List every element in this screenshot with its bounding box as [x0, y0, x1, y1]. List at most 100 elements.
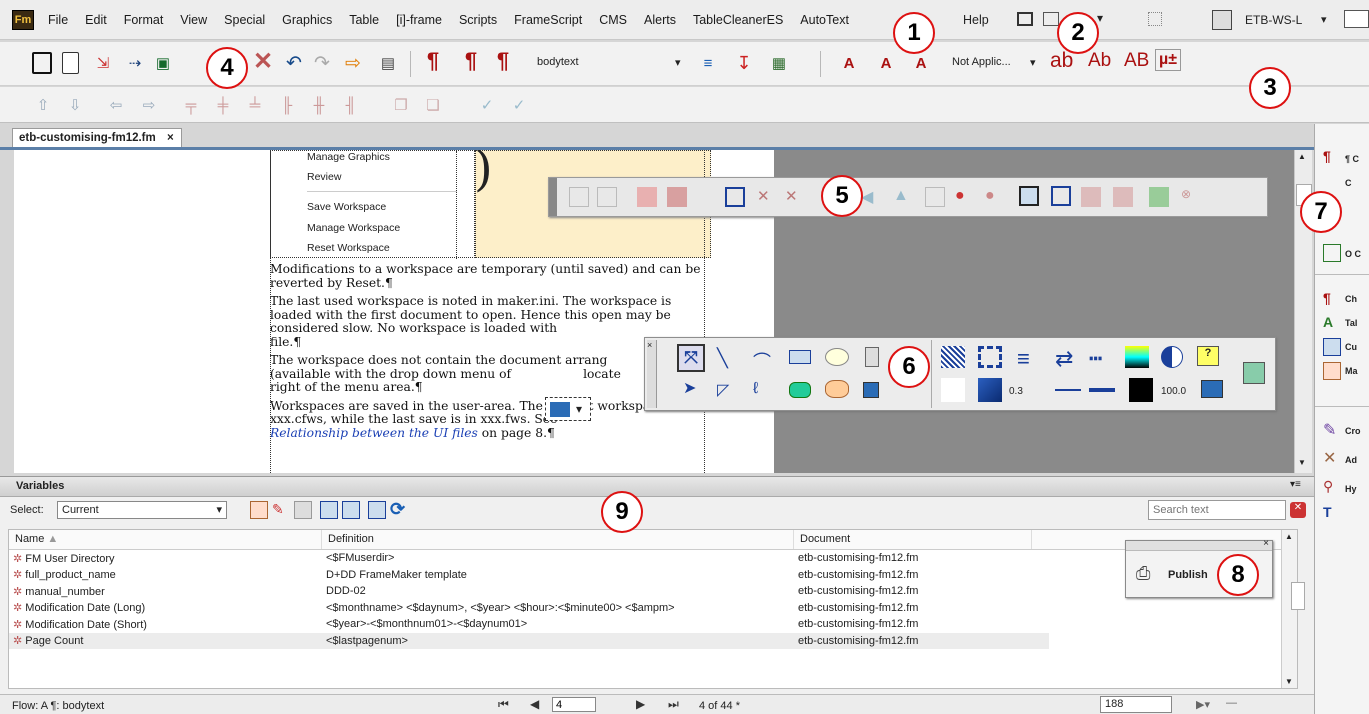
drag-handle[interactable] — [549, 178, 557, 216]
menu-help[interactable]: Help — [963, 13, 989, 27]
object-props-icon[interactable]: ● — [955, 187, 975, 207]
rounded-rect-tool-icon[interactable] — [789, 382, 811, 398]
rotate-icon[interactable] — [925, 187, 945, 207]
pointer-icon[interactable]: ➤ — [683, 378, 703, 398]
dash-pattern-icon[interactable]: ┅ — [1089, 346, 1109, 371]
table-row[interactable]: ✲ Modification Date (Short) <$year>-<$mo… — [9, 616, 1297, 633]
menu-alerts[interactable]: Alerts — [644, 13, 676, 27]
arrow-left-icon[interactable]: ⇦ — [105, 94, 127, 116]
import-variable-icon[interactable] — [368, 501, 386, 519]
scroll-thumb[interactable] — [1291, 582, 1305, 610]
paragraph-catalog-icon[interactable]: ¶ — [422, 48, 444, 73]
char-catalog-icon[interactable]: A — [910, 52, 932, 74]
pen-swatch[interactable] — [978, 378, 1002, 402]
menu-file[interactable]: File — [48, 13, 68, 27]
panel-icon[interactable] — [1043, 12, 1059, 26]
structure-icon[interactable] — [1148, 12, 1162, 26]
flip-horizontal-icon[interactable]: ◀ — [861, 187, 881, 207]
document-tab[interactable]: etb-customising-fm12.fm × — [12, 128, 182, 148]
menu-table[interactable]: Table — [349, 13, 379, 27]
check-all-icon[interactable]: ✓ — [508, 94, 530, 116]
distribute-icon[interactable] — [725, 187, 745, 207]
dash-swatch[interactable] — [1089, 388, 1115, 392]
align-center-icon[interactable]: ╫ — [308, 94, 330, 116]
import-icon[interactable]: ⇲ — [92, 52, 114, 74]
scroll-up-icon[interactable]: ▲ — [1285, 532, 1293, 541]
check-icon[interactable]: ✓ — [476, 94, 498, 116]
table-row[interactable]: ✲ Modification Date (Long) <$monthname> … — [9, 600, 1297, 617]
column-header-definition[interactable]: Definition — [322, 530, 794, 549]
text-frame-icon[interactable] — [1051, 186, 1071, 206]
align-bottom-icon[interactable]: ╧ — [244, 94, 266, 116]
menu-tablecleaneres[interactable]: TableCleanerES — [693, 13, 783, 27]
menu-special[interactable]: Special — [224, 13, 265, 27]
align-top-icon[interactable]: ╤ — [180, 94, 202, 116]
text-column-tool-icon[interactable] — [865, 347, 879, 367]
polyline-tool-icon[interactable]: ⌒ — [753, 348, 773, 372]
paragraph-catalog-icon[interactable]: ¶ — [1323, 148, 1341, 166]
reshape-icon[interactable]: ✕ — [757, 187, 777, 207]
tint-icon[interactable] — [1161, 346, 1183, 368]
smooth-icon[interactable]: ✕ — [785, 187, 805, 207]
window-icon[interactable] — [1344, 10, 1369, 28]
select-object-icon[interactable]: ⤧ — [677, 344, 705, 372]
workspace-icon[interactable] — [1212, 10, 1232, 30]
runaround-icon[interactable] — [1201, 380, 1223, 398]
publish-icon[interactable]: ⎙ — [1136, 563, 1164, 587]
chevron-down-icon[interactable]: ▾ — [1321, 13, 1327, 26]
table-row[interactable]: ✲ Page Count <$lastpagenum> etb-customis… — [9, 632, 1049, 649]
pen-pattern-icon[interactable] — [978, 346, 1002, 368]
merge-icon[interactable] — [1113, 187, 1133, 207]
scroll-up-icon[interactable]: ▲ — [1298, 152, 1306, 161]
marker-icon[interactable]: ✎ — [1323, 420, 1341, 439]
unlink-icon[interactable]: ⊗ — [1181, 187, 1201, 207]
clear-search-icon[interactable]: ✕ — [1290, 502, 1306, 518]
menu-scripts[interactable]: Scripts — [459, 13, 497, 27]
titlecase-button[interactable]: Ab — [1088, 50, 1111, 72]
anchor-icon[interactable]: ⚲ — [1323, 478, 1341, 496]
next-page-icon[interactable]: ▶ — [636, 697, 645, 711]
paste-icon[interactable]: ▤ — [377, 52, 399, 74]
object-catalog-icon[interactable] — [1323, 244, 1341, 262]
line-width-icon[interactable]: ≡ — [1017, 346, 1037, 371]
special-char-button[interactable]: µ± — [1155, 49, 1181, 71]
image-icon[interactable] — [1149, 187, 1169, 207]
panel-label[interactable]: Hy — [1345, 484, 1357, 494]
freehand-tool-icon[interactable]: ℓ — [753, 380, 773, 400]
save-icon[interactable] — [32, 52, 52, 74]
custom-panel-icon[interactable] — [1323, 362, 1341, 380]
panel-label[interactable]: Ma — [1345, 366, 1358, 376]
cross-ref-icon[interactable]: ✕ — [1323, 448, 1341, 467]
line-end-swatch[interactable] — [1055, 389, 1081, 391]
paste-special-icon[interactable]: ❏ — [422, 94, 444, 116]
panel-label[interactable]: Cu — [1345, 342, 1357, 352]
delete-icon[interactable]: ✕ — [252, 48, 274, 75]
search-input[interactable] — [1148, 500, 1286, 520]
table-row[interactable]: ✲ FM User Directory <$FMuserdir> etb-cus… — [9, 550, 1297, 567]
panel-label[interactable]: Ad — [1345, 455, 1357, 465]
first-page-icon[interactable]: ⏮ — [498, 697, 509, 712]
arrow-up-icon[interactable]: ⇧ — [32, 94, 54, 116]
snap-icon[interactable] — [597, 187, 617, 207]
menu-view[interactable]: View — [180, 13, 207, 27]
align-left-icon[interactable]: ╟ — [276, 94, 298, 116]
front-icon[interactable] — [637, 187, 657, 207]
anchor-frame-icon[interactable] — [1019, 186, 1039, 206]
workspace-selector[interactable]: ETB-WS-L — [1245, 13, 1302, 27]
close-icon[interactable]: × — [647, 340, 652, 350]
align-icon[interactable]: ≡ — [697, 52, 719, 74]
polygon-tool-icon[interactable] — [825, 380, 849, 398]
panel-menu-icon[interactable]: ▾≡ — [1290, 479, 1301, 490]
close-icon[interactable]: × — [167, 132, 174, 144]
publish-button[interactable]: Publish — [1168, 569, 1208, 581]
paragraph-format-icon[interactable]: ¶ — [492, 48, 514, 73]
zoom-menu-icon[interactable]: ▶▾ — [1196, 698, 1210, 711]
char-format-select[interactable]: Not Applic... ▾ — [952, 56, 1038, 69]
group-icon[interactable]: ● — [985, 187, 1005, 207]
delete-variable-icon[interactable] — [294, 501, 312, 519]
align-middle-icon[interactable]: ╪ — [212, 94, 234, 116]
prev-page-icon[interactable]: ◀ — [530, 697, 539, 711]
menu-iframe[interactable]: [i]-frame — [396, 13, 442, 27]
zoom-input[interactable]: 188 — [1100, 696, 1172, 713]
panel-label[interactable]: Tal — [1345, 318, 1357, 328]
